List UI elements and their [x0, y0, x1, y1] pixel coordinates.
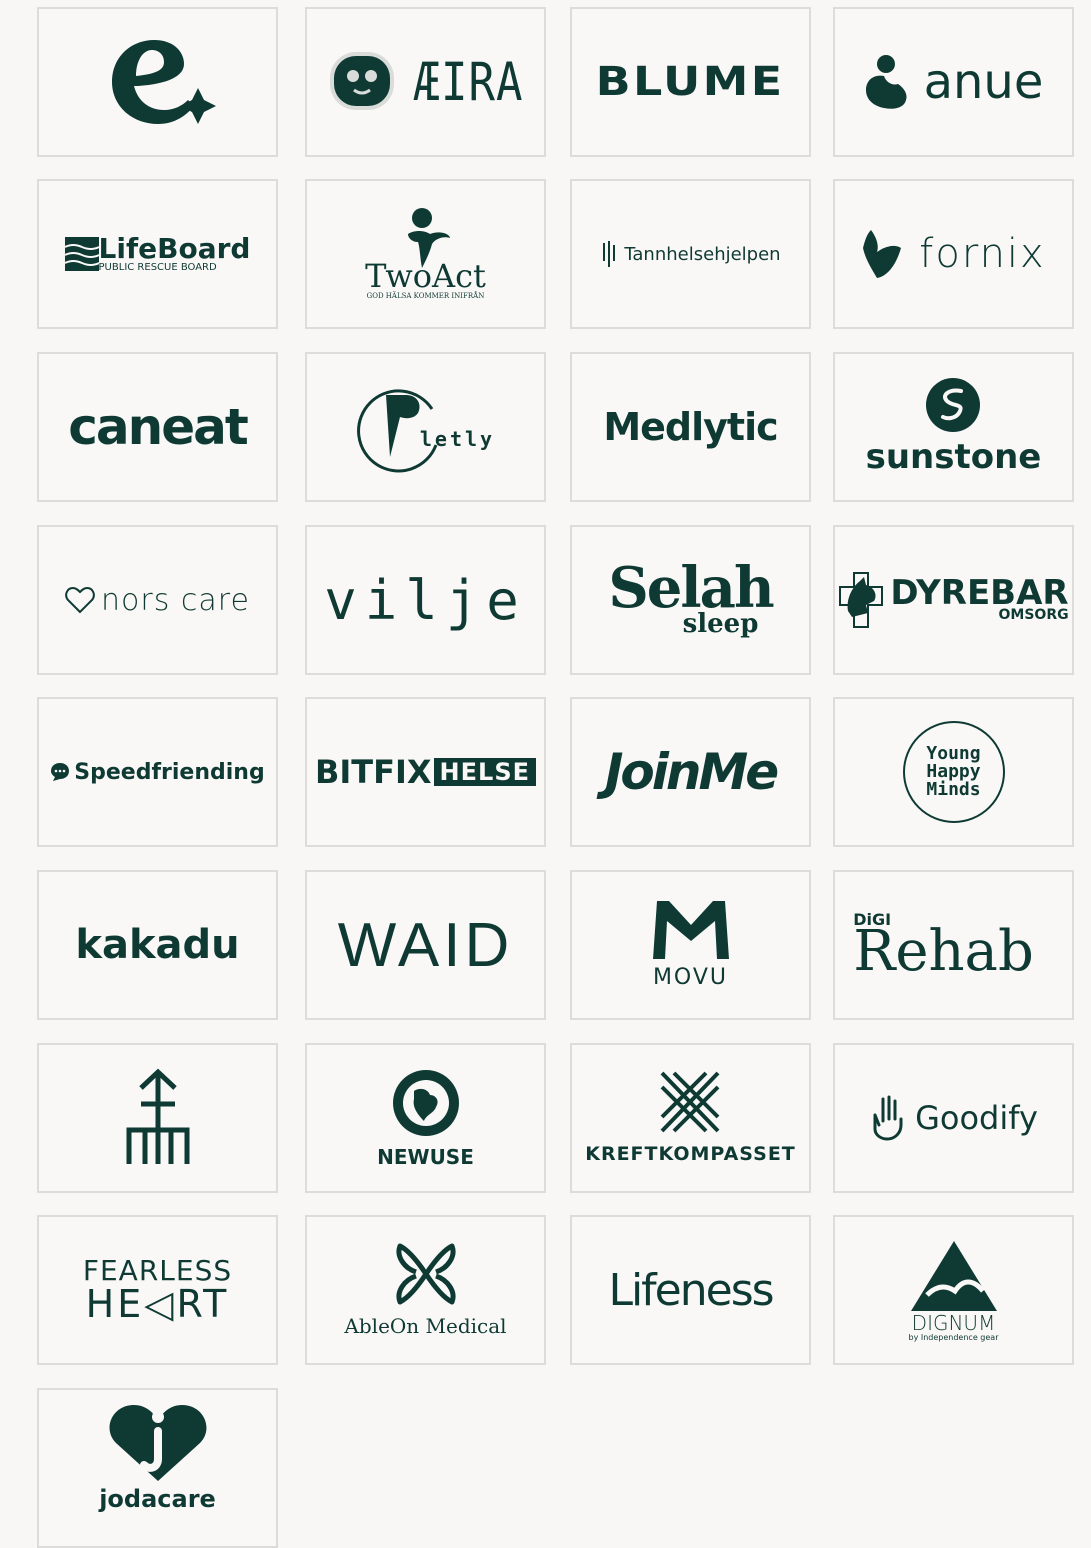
partner-logo-fearless-heart[interactable]: FEARLESS HE◁RT — [37, 1215, 278, 1365]
yhm-minds-text: Minds — [926, 779, 981, 800]
vilje-wordmark: vilje — [324, 568, 527, 632]
twoact-wordmark: TwoAct — [365, 257, 486, 295]
butterfly-icon — [396, 1243, 455, 1305]
partner-logo-kakadu[interactable]: kakadu — [37, 870, 278, 1020]
chat-bubble-icon — [51, 763, 70, 781]
dyrebar-wordmark: DYREBAR — [890, 573, 1069, 614]
selah-sleep-text: sleep — [682, 608, 759, 639]
dignum-tagline: by Independence gear — [908, 1332, 999, 1342]
rehab-wordmark: Rehab — [853, 919, 1034, 984]
partner-logo-medlytic[interactable]: Medlytic — [570, 352, 811, 502]
leaf-icon — [863, 230, 902, 278]
partner-logo-lifeboard[interactable]: LifeBoard PUBLIC RESCUE BOARD — [37, 179, 278, 329]
caneat-wordmark: caneat — [68, 398, 249, 456]
selah-wordmark: Selah — [608, 555, 774, 622]
sunstone-wordmark: sunstone — [865, 437, 1042, 477]
kakadu-wordmark: kakadu — [75, 922, 240, 968]
anue-figure-icon — [865, 55, 907, 109]
aeira-wordmark: ÆIRA — [413, 51, 524, 113]
partner-logo-dyrebar[interactable]: DYREBAR OMSORG — [833, 525, 1074, 675]
dignum-wordmark: DIGNUM — [911, 1310, 996, 1335]
partner-logo-bitfix[interactable]: BITFIX HELSE — [305, 697, 546, 847]
partner-logo-letly[interactable]: letly — [305, 352, 546, 502]
lifeboard-wordmark: LifeBoard — [98, 232, 251, 265]
partner-logo-waid[interactable]: WAID — [305, 870, 546, 1020]
partner-logo-movu[interactable]: MOVU — [570, 870, 811, 1020]
partner-logo-young-happy-minds[interactable]: Young Happy Minds — [833, 697, 1074, 847]
partner-logo-speedfriending[interactable]: Speedfriending — [37, 697, 278, 847]
lifeness-wordmark: Lifeness — [608, 1264, 774, 1316]
partner-logo-sunstone[interactable]: sunstone — [833, 352, 1074, 502]
tree-rune-icon — [126, 1068, 189, 1164]
partner-logo-kreftkompasset[interactable]: KREFTKOMPASSET — [570, 1043, 811, 1193]
newuse-wordmark: NEWUSE — [377, 1145, 474, 1169]
anue-wordmark: anue — [923, 54, 1044, 110]
compass-x-icon — [661, 1071, 720, 1133]
ableon-wordmark: AbleOn Medical — [344, 1314, 507, 1338]
tannhelsehjelpen-wordmark: Tannhelsehjelpen — [624, 243, 781, 265]
joinme-wordmark: JoinMe — [604, 743, 779, 801]
kreftkompasset-wordmark: KREFTKOMPASSET — [585, 1143, 796, 1165]
yhm-circle: Young Happy Minds — [902, 721, 1005, 823]
waves-icon — [64, 237, 99, 271]
jodacare-wordmark: jodacare — [99, 1485, 216, 1513]
heart-text: HE◁RT — [85, 1282, 230, 1326]
partner-logo-jodacare[interactable]: jodacare — [37, 1388, 278, 1548]
partner-logo-tree[interactable] — [37, 1043, 278, 1193]
face-icon — [329, 52, 394, 110]
partner-logo-anue[interactable]: anue — [833, 7, 1074, 157]
sunstone-s-icon — [926, 378, 981, 432]
partner-logo-lifeness[interactable]: Lifeness — [570, 1215, 811, 1365]
dyrebar-omsorg-text: OMSORG — [998, 607, 1069, 623]
heart-j-icon — [109, 1405, 206, 1481]
lifeboard-tagline: PUBLIC RESCUE BOARD — [98, 262, 217, 273]
mountain-icon — [910, 1240, 997, 1311]
partner-logo-e[interactable] — [37, 7, 278, 157]
bitfix-helse-badge: HELSE — [433, 758, 536, 786]
partner-logo-blume[interactable]: BLUME — [570, 7, 811, 157]
fornix-wordmark: fornix — [919, 231, 1046, 277]
partner-logo-vilje[interactable]: vilje — [305, 525, 546, 675]
fearless-text: FEARLESS — [82, 1254, 233, 1287]
e-logo-icon — [111, 40, 216, 124]
twoact-tagline: GOD HÄLSA KOMMER INIFRÅN — [366, 292, 485, 300]
partner-logo-goodify[interactable]: Goodify — [833, 1043, 1074, 1193]
speedfriending-wordmark: Speedfriending — [74, 759, 265, 785]
partner-logo-newuse[interactable]: NEWUSE — [305, 1043, 546, 1193]
partner-logo-tannhelsehjelpen[interactable]: Tannhelsehjelpen — [570, 179, 811, 329]
movu-m-icon — [652, 900, 729, 959]
medlytic-wordmark: Medlytic — [603, 405, 778, 449]
partner-logo-ableon[interactable]: AbleOn Medical — [305, 1215, 546, 1365]
partner-logo-aeira[interactable]: ÆIRA — [305, 7, 546, 157]
partner-logo-caneat[interactable]: caneat — [37, 352, 278, 502]
partner-logo-twoact[interactable]: TwoAct GOD HÄLSA KOMMER INIFRÅN — [305, 179, 546, 329]
partner-logo-fornix[interactable]: fornix — [833, 179, 1074, 329]
movu-wordmark: MOVU — [652, 964, 729, 990]
partner-logo-selah[interactable]: Selah sleep — [570, 525, 811, 675]
partner-logo-dignum[interactable]: DIGNUM by Independence gear — [833, 1215, 1074, 1365]
letly-wordmark: letly — [419, 427, 496, 451]
hand-icon — [873, 1095, 903, 1141]
partner-logo-joinme[interactable]: JoinMe — [570, 697, 811, 847]
heart-outline-icon — [65, 586, 95, 614]
partner-logo-digi-rehab[interactable]: DiGI Rehab — [833, 870, 1074, 1020]
tooth-bars-icon — [603, 241, 616, 267]
bitfix-wordmark: BITFIX — [314, 753, 432, 791]
wolf-cross-icon — [839, 572, 884, 628]
partner-logo-norscare[interactable]: nors care — [37, 525, 278, 675]
waid-wordmark: WAID — [337, 910, 514, 980]
norscare-wordmark: nors care — [101, 582, 250, 618]
goodify-wordmark: Goodify — [915, 1099, 1038, 1137]
blume-wordmark: BLUME — [596, 59, 785, 105]
globe-arrows-icon — [392, 1070, 459, 1136]
